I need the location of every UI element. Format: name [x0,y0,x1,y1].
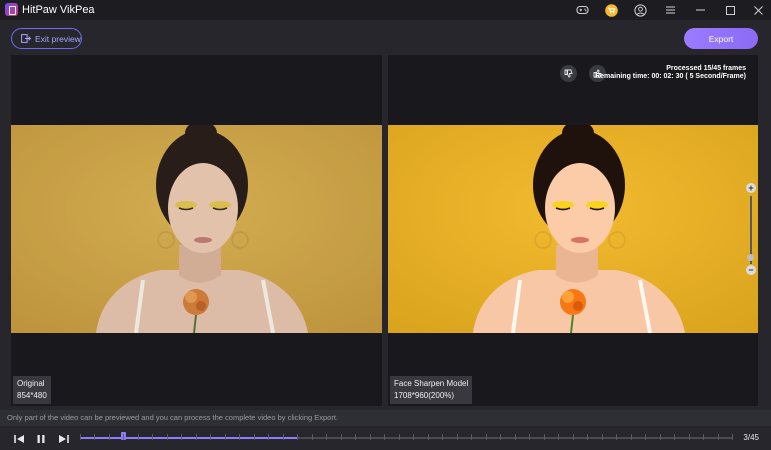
zoom-in-button[interactable]: + [746,183,756,193]
timeline-tick [370,434,371,440]
previous-frame-icon [13,435,24,443]
enhanced-resolution: 1708*960(200%) [394,391,455,400]
timeline-tick [573,434,574,440]
timeline-tick [326,434,327,440]
timeline-tick [268,434,269,440]
timeline-tick [515,434,516,440]
exit-preview-button[interactable]: Exit preview [11,28,82,49]
original-resolution: 854*480 [17,391,47,400]
timeline-tick [312,434,313,440]
exit-preview-label: Exit preview [35,33,81,44]
timeline-tick [399,434,400,440]
pause-icon [37,435,45,443]
timeline-tick [718,434,719,440]
timeline-tick [94,434,95,440]
timeline-tick [732,434,733,440]
timeline-tick [486,434,487,440]
playback-controls: 3/45 [0,426,771,450]
pause-button[interactable] [35,433,47,445]
timeline-tick [355,434,356,440]
export-button[interactable]: Export [684,28,758,49]
timeline-tick [210,434,211,440]
original-label: Original [17,379,45,388]
timeline-tick [703,434,704,440]
preview-notice: Only part of the video can be previewed … [0,410,771,426]
timeline-tick [428,434,429,440]
menu-icon[interactable] [663,3,677,17]
minimize-icon[interactable] [693,3,707,17]
timeline-tick [225,434,226,440]
timeline-tick [283,434,284,440]
timeline-tick [587,434,588,440]
timeline-tick [181,434,182,440]
timeline-tick [660,434,661,440]
timeline-tick [123,434,124,440]
processing-status: Processed 15/45 frames Remaining time: 0… [595,65,746,81]
timeline-tick [138,434,139,440]
timeline-tick [196,434,197,440]
timeline-tick [413,434,414,440]
timeline-tick [152,434,153,440]
timeline-tick [645,434,646,440]
frame-counter: 3/45 [743,433,759,442]
model-label: Face Sharpen Model [394,379,469,388]
timeline-tick [471,434,472,440]
app-logo-icon [5,3,18,16]
zoom-slider-handle[interactable] [747,254,754,261]
app-title: HitPaw VikPea [22,4,95,16]
timeline-tick [616,434,617,440]
cart-icon[interactable] [604,3,618,17]
next-frame-button[interactable] [57,433,69,445]
exit-icon [21,34,31,43]
gamepad-icon[interactable] [575,3,589,17]
timeline-tick [529,434,530,440]
enhanced-caption: Face Sharpen Model 1708*960(200%) [390,376,473,404]
timeline-tick [631,434,632,440]
enhanced-video-frame[interactable] [388,125,758,333]
timeline-tick [558,434,559,440]
timeline-tick [674,434,675,440]
timeline-tick [109,434,110,440]
thumbs-down-icon [564,69,573,78]
timeline-tick [167,434,168,440]
timeline-tick [544,434,545,440]
timeline-tick [239,434,240,440]
original-caption: Original 854*480 [13,376,51,404]
remaining-time-text: Remaining time: 00: 02: 30 ( 5 Second/Fr… [595,73,746,80]
timeline-tick [442,434,443,440]
timeline-tick [384,434,385,440]
timeline-tick [297,434,298,440]
zoom-out-button[interactable]: − [746,265,756,275]
timeline-tick [689,434,690,440]
next-frame-icon [58,435,69,443]
timeline-tick [341,434,342,440]
timeline-tick [500,434,501,440]
maximize-icon[interactable] [723,3,737,17]
timeline-tick [254,434,255,440]
original-preview-panel: Original 854*480 [11,55,382,406]
previous-frame-button[interactable] [13,433,25,445]
timeline-tick [602,434,603,440]
timeline-processed-range [80,437,297,439]
timeline-tick [457,434,458,440]
timeline-track[interactable] [80,432,733,440]
timeline-tick [80,434,81,440]
dislike-button[interactable] [560,65,577,82]
close-icon[interactable] [751,3,765,17]
user-icon[interactable] [633,3,647,17]
title-bar: HitPaw VikPea [0,0,771,20]
processed-frames-text: Processed 15/45 frames [666,65,746,72]
enhanced-preview-panel: Processed 15/45 frames Remaining time: 0… [388,55,758,406]
original-video-frame[interactable] [11,125,382,333]
